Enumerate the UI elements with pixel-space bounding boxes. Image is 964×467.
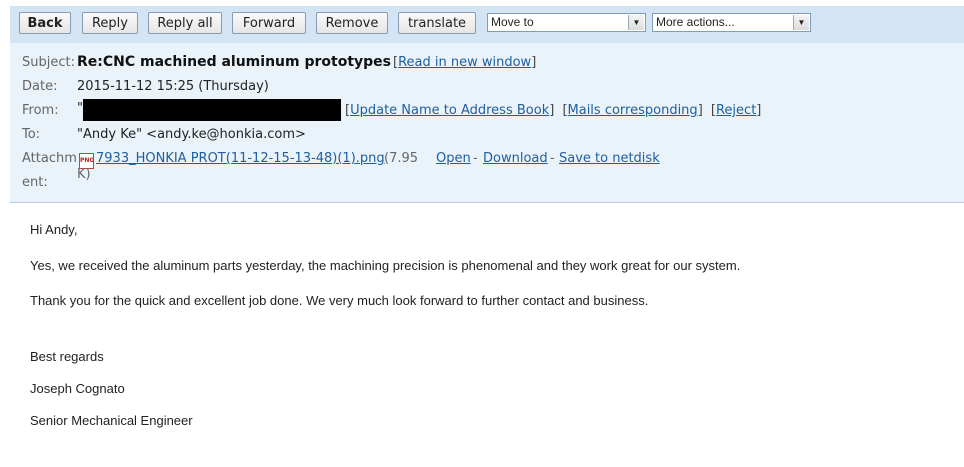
redacted-sender <box>83 99 341 121</box>
separator: - <box>550 151 555 166</box>
forward-button[interactable]: Forward <box>232 12 306 34</box>
save-to-netdisk-link[interactable]: Save to netdisk <box>559 151 660 166</box>
more-actions-select[interactable]: More actions... ▼ <box>652 13 811 32</box>
attachment-size-line2: K) <box>77 167 91 182</box>
more-actions-label: More actions... <box>656 15 735 29</box>
body-paragraph: Thank you for the quick and excellent jo… <box>30 293 649 308</box>
read-in-new-window[interactable]: [Read in new window] <box>393 55 536 70</box>
date-label: Date: <box>22 79 58 94</box>
remove-button[interactable]: Remove <box>316 12 388 34</box>
open-link[interactable]: Open <box>436 151 471 166</box>
date-value: 2015-11-12 15:25 (Thursday) <box>77 79 269 94</box>
message-header: Subject: Re:CNC machined aluminum protot… <box>10 43 964 203</box>
reply-button[interactable]: Reply <box>82 12 138 34</box>
move-to-select[interactable]: Move to ▼ <box>487 13 646 32</box>
subject-text: Re:CNC machined aluminum prototypes <box>77 54 391 70</box>
greeting: Hi Andy, <box>30 222 78 237</box>
chevron-down-icon[interactable]: ▼ <box>793 15 809 30</box>
chevron-down-icon[interactable]: ▼ <box>628 15 644 30</box>
translate-button[interactable]: translate <box>398 12 476 34</box>
signature-title: Senior Mechanical Engineer <box>30 413 193 428</box>
download-link[interactable]: Download <box>483 151 548 166</box>
attachment-size-line1: (7.95 <box>384 151 419 166</box>
signature-name: Joseph Cognato <box>30 381 125 396</box>
body-paragraph: Yes, we received the aluminum parts yest… <box>30 258 741 273</box>
to-label: To: <box>22 127 41 142</box>
to-value: "Andy Ke" <andy.ke@honkia.com> <box>77 127 306 142</box>
subject-label: Subject: <box>22 55 75 70</box>
attachment-name-link[interactable]: 7933_HONKIA PROT(11-12-15-13-48)(1).png <box>96 151 385 166</box>
attachment-label-line1: Attachm <box>22 151 77 166</box>
read-in-new-window-link[interactable]: Read in new window <box>398 55 531 70</box>
signoff: Best regards <box>30 349 104 364</box>
separator: - <box>473 151 478 166</box>
move-to-label: Move to <box>491 15 534 29</box>
from-actions: [Update Name to Address Book] [Mails cor… <box>345 103 762 118</box>
back-button[interactable]: Back <box>19 12 71 34</box>
mails-corresponding-link[interactable]: Mails corresponding <box>568 103 698 118</box>
from-label: From: <box>22 103 59 118</box>
update-name-link[interactable]: Update Name to Address Book <box>350 103 549 118</box>
toolbar: Back Reply Reply all Forward Remove tran… <box>10 6 964 44</box>
reject-link[interactable]: Reject <box>716 103 756 118</box>
reply-all-button[interactable]: Reply all <box>148 12 222 34</box>
attachment-label-line2: ent: <box>22 175 48 190</box>
